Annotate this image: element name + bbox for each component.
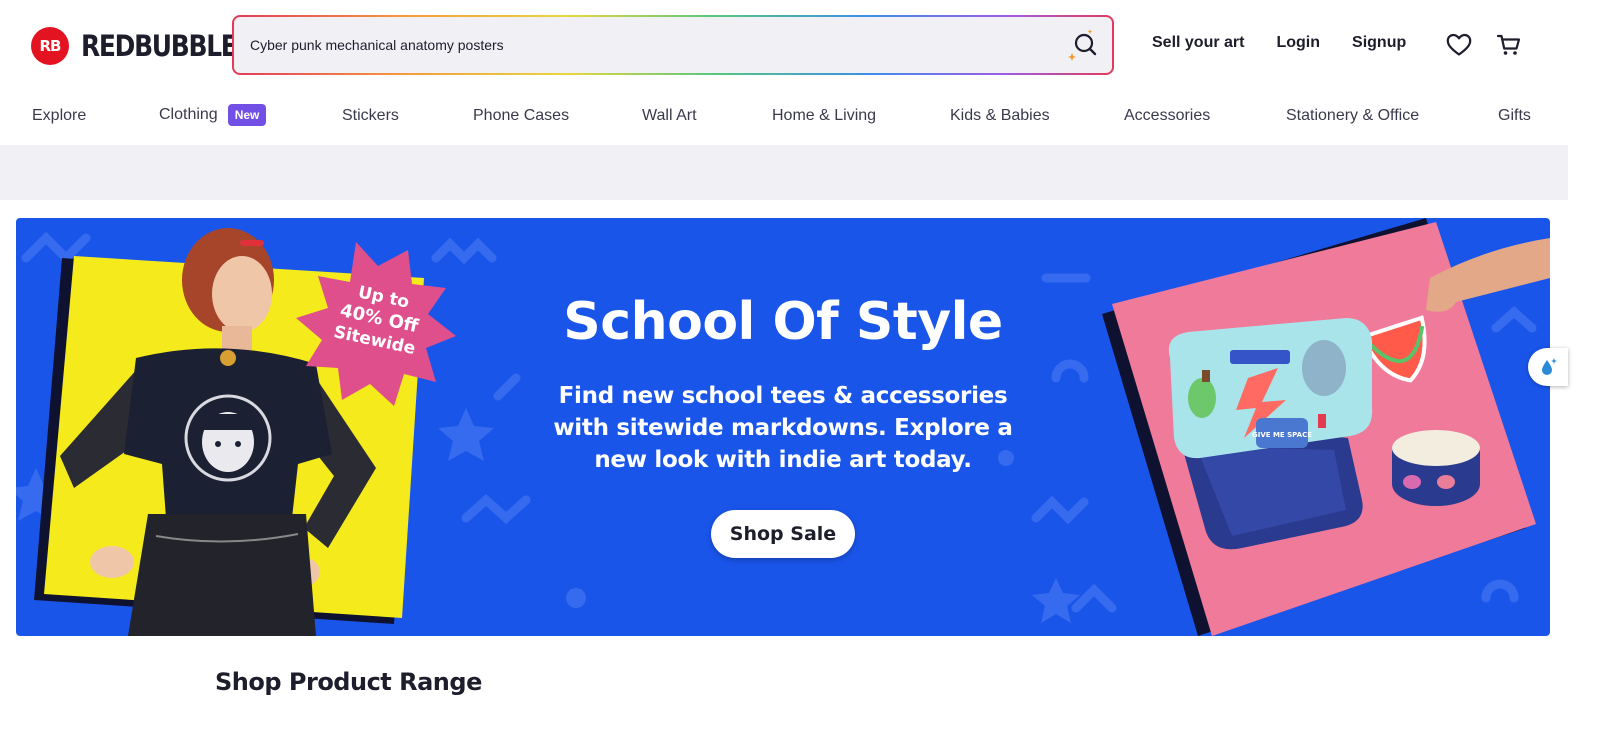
search-input[interactable] [250,17,1050,73]
nav-wall-art[interactable]: Wall Art [642,107,697,125]
nav-label: Wall Art [642,107,697,124]
nav-label: Phone Cases [473,107,570,124]
search-bar [232,15,1114,75]
nav-label: Stationery & Office [1286,107,1420,124]
nav-label: Stickers [342,107,399,124]
sparkle-drop-icon [1542,358,1557,375]
cart-icon [1496,34,1521,55]
category-nav: Explore Clothing New Stickers Phone Case… [0,96,1600,140]
nav-stickers[interactable]: Stickers [342,107,399,125]
nav-label: Clothing [159,106,218,123]
nav-label: Gifts [1498,107,1531,124]
hero-title: School Of Style [563,292,1003,352]
new-badge: New [227,104,267,126]
nav-stationery-office[interactable]: Stationery & Office [1286,107,1419,125]
logo-wordmark: REDBUBBLE [81,29,238,63]
nav-label: Explore [32,107,87,124]
sell-your-art-link[interactable]: Sell your art [1152,34,1244,52]
header-links: Sell your art Login Signup [1152,34,1406,52]
nav-kids-babies[interactable]: Kids & Babies [950,107,1050,125]
signup-link[interactable]: Signup [1352,34,1406,52]
redbubble-logo[interactable]: RB REDBUBBLE [31,27,262,65]
nav-explore[interactable]: Explore [32,107,86,125]
search-bar-inner [234,17,1112,73]
hero-subtitle: Find new school tees & accessories with … [553,383,1013,473]
search-button[interactable] [1064,27,1102,65]
nav-accessories[interactable]: Accessories [1124,107,1210,125]
nav-clothing[interactable]: Clothing New [159,104,267,126]
nav-phone-cases[interactable]: Phone Cases [473,107,569,125]
sticker-text: GIVE ME SPACE [1252,431,1312,439]
shop-sale-button[interactable]: Shop Sale [711,510,855,558]
cart-button[interactable] [1496,32,1522,58]
login-link[interactable]: Login [1276,34,1320,52]
heart-icon [1446,33,1472,56]
nav-label: Kids & Babies [950,107,1050,124]
nav-home-living[interactable]: Home & Living [772,107,876,125]
nav-gifts[interactable]: Gifts [1498,107,1531,125]
search-sparkle-icon [1068,29,1097,61]
nav-label: Accessories [1124,107,1211,124]
site-header: RB REDBUBBLE Sell your art Login Signup [0,0,1600,90]
shop-product-range-title: Shop Product Range [215,668,482,696]
side-widget-button[interactable] [1528,348,1568,386]
logo-mark: RB [31,27,69,65]
favorites-button[interactable] [1446,32,1472,58]
nav-label: Home & Living [772,107,877,124]
hero-banner[interactable]: Up to 40% Off Sitewide GIVE ME SPACE Sch… [16,218,1550,636]
promo-strip [0,145,1568,200]
